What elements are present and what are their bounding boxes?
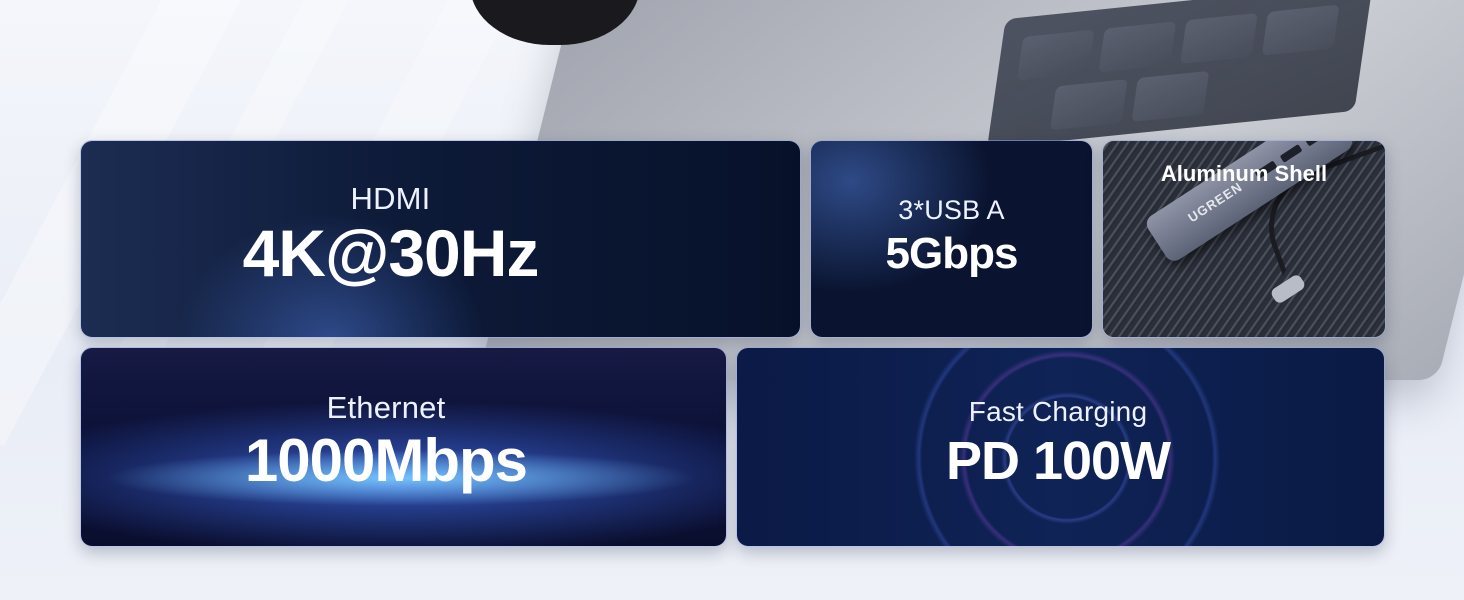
charging-label: Fast Charging [968,396,1148,427]
charging-card-text: Fast Charging PD 100W [737,396,1384,491]
charging-value: PD 100W [945,431,1171,491]
ethernet-label: Ethernet [326,390,446,425]
ethernet-value: 1000Mbps [244,427,528,494]
ethernet-feature-card: Ethernet 1000Mbps [80,347,727,547]
aluminum-feature-card: UGREEN Aluminum Shell [1102,140,1386,338]
ethernet-card-text: Ethernet 1000Mbps [81,390,726,494]
hdmi-card-text: HDMI 4K@30Hz [81,181,800,290]
charging-feature-card: Fast Charging PD 100W [736,347,1385,547]
usb-value: 5Gbps [885,229,1019,278]
hdmi-value: 4K@30Hz [242,216,540,290]
aluminum-label: Aluminum Shell [1160,161,1328,186]
hdmi-feature-card: HDMI 4K@30Hz [80,140,801,338]
hub-port [1279,144,1303,163]
usb-card-text: 3*USB A 5Gbps [811,197,1092,276]
usb-label: 3*USB A [898,195,1005,225]
hdmi-label: HDMI [350,181,431,216]
usb-feature-card: 3*USB A 5Gbps [810,140,1093,338]
hub-port [1304,141,1328,147]
